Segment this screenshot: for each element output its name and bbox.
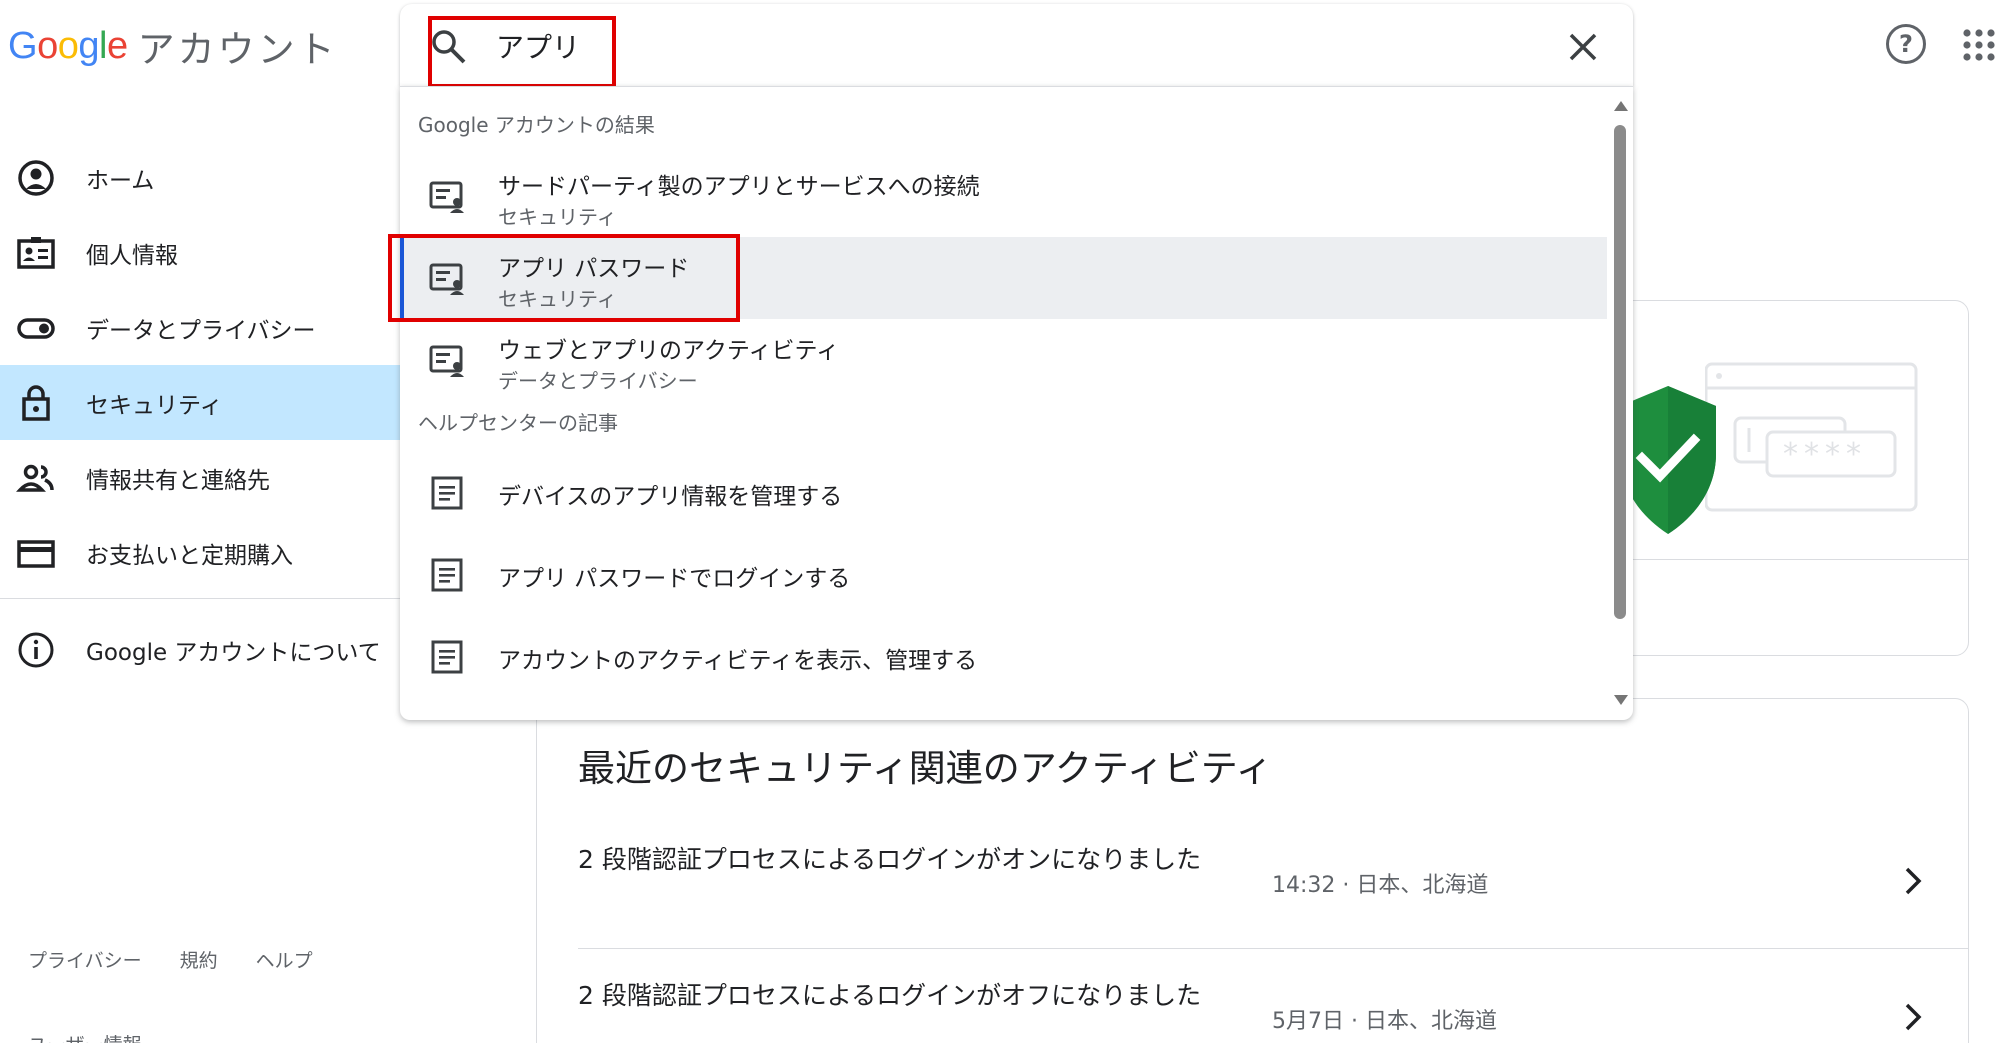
- search-results-dropdown: Google アカウントの結果 サードパーティ製のアプリとサービスへの接続 セキ…: [400, 86, 1633, 720]
- sidebar-item-label: 個人情報: [86, 242, 178, 269]
- activity-description: 2 段階認証プロセスによるログインがオフになりました: [578, 981, 1202, 1010]
- password-mask-text: ****: [1783, 437, 1867, 472]
- activity-row[interactable]: 2 段階認証プロセスによるログインがオフになりました 5月7日 · 日本、北海道: [578, 976, 1968, 1043]
- apps-grid-icon[interactable]: [1962, 28, 1996, 62]
- search-result-item[interactable]: ウェブとアプリのアクティビティ データとプライバシー: [400, 319, 1607, 401]
- sidebar-item-label: セキュリティ: [86, 392, 223, 419]
- logo-letter: g: [78, 24, 99, 67]
- user-info-link[interactable]: ユーザー情報: [28, 1030, 142, 1043]
- people-icon: [16, 464, 54, 492]
- lock-icon: [22, 384, 50, 421]
- footer-links: プライバシー 規約 ヘルプ: [28, 946, 313, 973]
- result-highlight-box: [388, 234, 740, 322]
- dropdown-scrollbar[interactable]: [1607, 87, 1633, 721]
- article-title: アプリ パスワードでログインする: [498, 566, 851, 592]
- privacy-link[interactable]: プライバシー: [28, 946, 142, 973]
- sidebar-item-about[interactable]: Google アカウントについて: [0, 612, 400, 687]
- google-logo: Google: [8, 25, 128, 68]
- search-highlight-box: [428, 16, 616, 88]
- sidebar-item-security[interactable]: セキュリティ: [0, 365, 400, 440]
- terms-link[interactable]: 規約: [180, 946, 218, 973]
- article-icon: [431, 476, 463, 510]
- credit-card-icon: [17, 539, 55, 568]
- help-article-item[interactable]: デバイスのアプリ情報を管理する: [400, 451, 1607, 533]
- chevron-right-icon: [1905, 867, 1922, 895]
- article-icon: [431, 558, 463, 592]
- help-label: ?: [1899, 30, 1913, 58]
- account-circle-icon: [18, 159, 54, 196]
- activity-meta: 5月7日 · 日本、北海道: [1272, 1009, 1497, 1034]
- logo-letter: G: [8, 24, 38, 67]
- nav-divider: [0, 598, 400, 599]
- article-icon: [431, 640, 463, 674]
- activity-meta: 14:32 · 日本、北海道: [1272, 873, 1489, 898]
- scroll-down-arrow-icon[interactable]: [1614, 695, 1628, 705]
- activity-description: 2 段階認証プロセスによるログインがオンになりました: [578, 845, 1202, 874]
- sidebar-item-personal-info[interactable]: 個人情報: [0, 215, 400, 290]
- sidebar-item-data-privacy[interactable]: データとプライバシー: [0, 290, 400, 365]
- logo-letter: o: [37, 24, 58, 67]
- activity-row[interactable]: 2 段階認証プロセスによるログインがオンになりました 14:32 · 日本、北海…: [578, 840, 1968, 940]
- result-subtitle: データとプライバシー: [498, 369, 698, 393]
- result-title: サードパーティ製のアプリとサービスへの接続: [498, 174, 980, 200]
- sidebar-item-label: Google アカウントについて: [86, 639, 381, 666]
- section-header-account-results: Google アカウントの結果: [418, 113, 655, 137]
- settings-account-icon: [429, 345, 464, 377]
- sidebar-item-payments[interactable]: お支払いと定期購入: [0, 515, 400, 590]
- sidebar-nav: ホーム 個人情報 データとプライバシー セキュリティ 情報共有と連絡先 お支払い…: [0, 140, 400, 590]
- article-title: デバイスのアプリ情報を管理する: [498, 484, 843, 510]
- toggle-icon: [17, 317, 55, 339]
- scroll-up-arrow-icon[interactable]: [1614, 101, 1628, 111]
- product-name: アカウント: [137, 28, 338, 71]
- settings-account-icon: [429, 181, 464, 213]
- help-article-item[interactable]: アカウントのアクティビティを表示、管理する: [400, 615, 1607, 697]
- logo-letter: o: [57, 24, 79, 67]
- article-title: アカウントのアクティビティを表示、管理する: [498, 648, 978, 674]
- sidebar-item-people-sharing[interactable]: 情報共有と連絡先: [0, 440, 400, 515]
- row-divider: [578, 948, 1968, 949]
- logo-letter: l: [98, 24, 107, 67]
- help-article-item[interactable]: アプリ パスワードでログインする: [400, 533, 1607, 615]
- help-link[interactable]: ヘルプ: [256, 946, 313, 973]
- close-icon[interactable]: [1568, 32, 1598, 62]
- shield-check-icon: [1620, 386, 1716, 534]
- search-result-item[interactable]: サードパーティ製のアプリとサービスへの接続 セキュリティ: [400, 155, 1607, 237]
- scrollbar-thumb[interactable]: [1614, 125, 1626, 619]
- sidebar-item-label: お支払いと定期購入: [86, 542, 293, 569]
- recent-activity-title: 最近のセキュリティ関連のアクティビティ: [578, 747, 1273, 790]
- help-icon[interactable]: ?: [1886, 24, 1926, 64]
- chevron-right-icon: [1905, 1003, 1922, 1031]
- search-input[interactable]: [496, 22, 1396, 70]
- sidebar-item-label: 情報共有と連絡先: [86, 467, 270, 494]
- google-account-logo[interactable]: Google アカウント: [8, 22, 338, 72]
- sidebar-item-label: ホーム: [86, 167, 155, 194]
- section-header-help-articles: ヘルプセンターの記事: [418, 411, 618, 435]
- result-title: ウェブとアプリのアクティビティ: [498, 338, 840, 364]
- logo-letter: e: [106, 24, 128, 67]
- info-icon: [18, 632, 54, 667]
- sidebar-item-label: データとプライバシー: [86, 317, 316, 344]
- sidebar-item-home[interactable]: ホーム: [0, 140, 400, 215]
- password-illustration: ****: [1705, 362, 1918, 512]
- id-card-icon: [17, 236, 55, 269]
- result-subtitle: セキュリティ: [498, 205, 617, 229]
